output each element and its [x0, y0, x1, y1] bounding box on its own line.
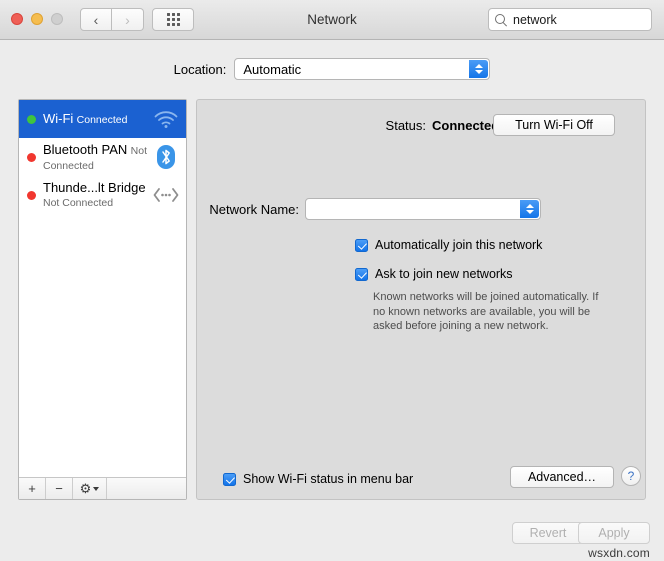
ask-join-checkbox-row[interactable]: Ask to join new networks — [355, 267, 513, 281]
help-button[interactable]: ? — [621, 466, 641, 486]
search-field[interactable]: ✕ — [488, 8, 664, 31]
service-actions-button[interactable]: ⚙ — [73, 478, 107, 499]
chevron-down-icon — [93, 486, 100, 491]
network-name-row: Network Name: — [197, 198, 647, 220]
search-icon — [494, 13, 508, 27]
service-list: Wi-Fi Connected Bluetooth PAN Not Connec — [19, 100, 186, 477]
advanced-button[interactable]: Advanced… — [510, 466, 614, 488]
location-dropdown[interactable]: Automatic — [234, 58, 491, 80]
status-value: Connected — [432, 118, 500, 133]
sidebar-toolbar: + − ⚙ — [19, 477, 186, 499]
thunderbolt-bridge-icon — [152, 181, 180, 209]
location-row: Location: Automatic — [0, 58, 664, 80]
status-label: Status: — [385, 118, 426, 133]
network-name-dropdown[interactable] — [305, 198, 541, 220]
remove-service-button[interactable]: − — [46, 478, 73, 499]
service-name: Thunde...lt Bridge — [43, 180, 146, 195]
service-name: Wi-Fi — [43, 111, 74, 126]
menu-bar-checkbox-row[interactable]: Show Wi-Fi status in menu bar — [223, 472, 413, 486]
toolbar-filler — [107, 478, 186, 499]
wifi-settings-panel: Status: Connected Turn Wi-Fi Off Network… — [196, 99, 646, 500]
revert-button[interactable]: Revert — [512, 522, 584, 544]
join-networks-help-text: Known networks will be joined automatica… — [373, 291, 599, 332]
wifi-icon — [152, 105, 180, 133]
turn-wifi-off-button[interactable]: Turn Wi-Fi Off — [493, 114, 615, 136]
auto-join-checkbox[interactable] — [355, 239, 368, 252]
network-name-label: Network Name: — [209, 201, 299, 217]
watermark: wsxdn.com — [588, 546, 650, 560]
menu-bar-label: Show Wi-Fi status in menu bar — [243, 472, 414, 486]
service-state: Connected — [76, 114, 128, 126]
status-dot-disconnected — [27, 152, 36, 162]
search-input[interactable] — [513, 12, 664, 27]
gear-icon: ⚙ — [79, 481, 92, 496]
add-service-button[interactable]: + — [19, 478, 46, 499]
menu-bar-checkbox[interactable] — [223, 473, 236, 486]
auto-join-checkbox-row[interactable]: Automatically join this network — [355, 238, 542, 252]
service-name: Bluetooth PAN — [43, 141, 128, 157]
sidebar-item-thunderbolt-bridge[interactable]: Thunde...lt Bridge Not Connected — [19, 176, 186, 214]
chevron-updown-icon — [520, 200, 539, 218]
ask-join-checkbox[interactable] — [355, 268, 368, 281]
service-state: Not Connected — [43, 197, 114, 209]
location-label: Location: — [173, 61, 227, 77]
apply-button[interactable]: Apply — [578, 522, 650, 544]
network-services-sidebar: Wi-Fi Connected Bluetooth PAN Not Connec — [18, 99, 187, 500]
status-dot-disconnected — [27, 190, 36, 200]
dialog-footer: Revert Apply wsxdn.com — [0, 510, 664, 561]
status-dot-connected — [27, 114, 36, 124]
location-value: Automatic — [243, 61, 302, 77]
window-titlebar: ‹ › Network ✕ — [0, 0, 664, 40]
ask-join-label: Ask to join new networks — [375, 267, 513, 281]
sidebar-item-wifi[interactable]: Wi-Fi Connected — [19, 100, 186, 138]
chevron-updown-icon — [469, 60, 489, 78]
bluetooth-icon — [152, 143, 180, 171]
auto-join-label: Automatically join this network — [375, 238, 543, 252]
sidebar-item-bluetooth-pan[interactable]: Bluetooth PAN Not Connected — [19, 138, 186, 176]
